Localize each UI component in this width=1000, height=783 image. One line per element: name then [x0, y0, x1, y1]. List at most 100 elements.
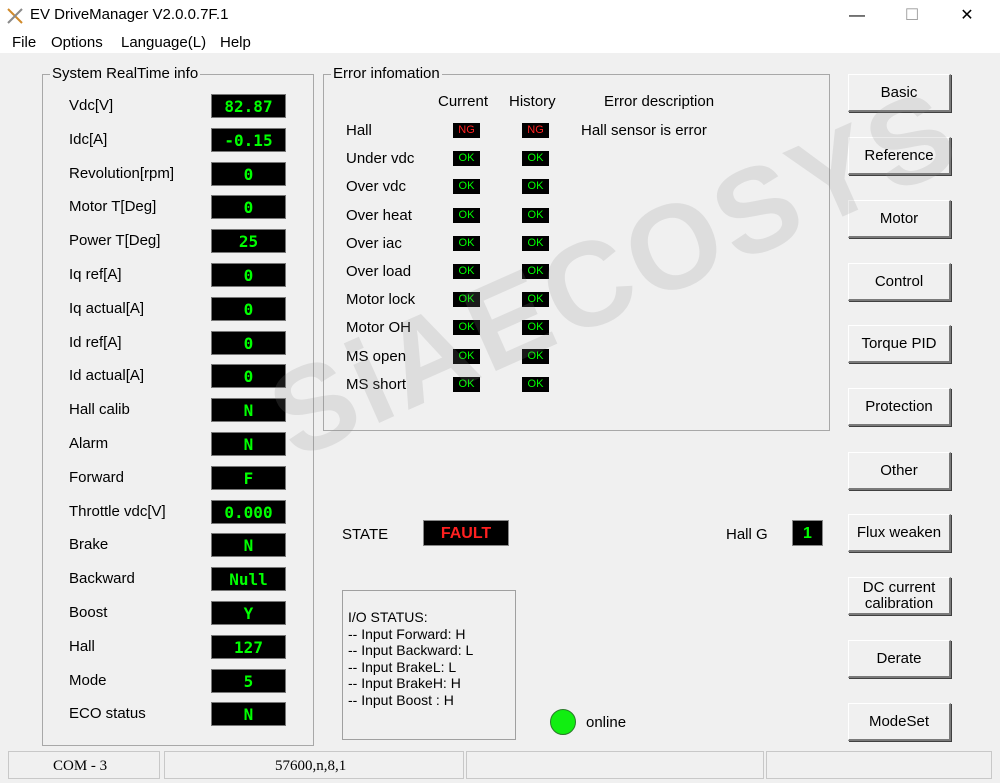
- realtime-label: Id ref[A]: [69, 334, 122, 351]
- realtime-value: Y: [211, 601, 286, 625]
- realtime-label: Throttle vdc[V]: [69, 503, 166, 520]
- realtime-value: 127: [211, 635, 286, 659]
- error-col-description: Error description: [604, 93, 715, 110]
- basic-button[interactable]: Basic: [848, 74, 951, 112]
- error-current-indicator: OK: [453, 320, 480, 335]
- menu-language[interactable]: Language(L): [121, 34, 206, 51]
- hall-g-label: Hall G: [726, 526, 768, 543]
- status-panel-empty: [466, 751, 764, 779]
- realtime-value: 25: [211, 229, 286, 253]
- state-label: STATE: [342, 526, 389, 543]
- error-col-current: Current: [438, 93, 489, 110]
- dc-current-calibration-button[interactable]: DC current calibration: [848, 577, 951, 615]
- error-history-indicator: NG: [522, 123, 549, 138]
- error-history-indicator: OK: [522, 151, 549, 166]
- realtime-label: Brake: [69, 536, 109, 553]
- realtime-label: Mode: [69, 672, 107, 689]
- error-history-indicator: OK: [522, 349, 549, 364]
- realtime-value: N: [211, 702, 286, 726]
- io-status-line: -- Input Forward: H: [348, 625, 466, 642]
- realtime-value: -0.15: [211, 128, 286, 152]
- control-button[interactable]: Control: [848, 263, 951, 301]
- error-description: Hall sensor is error: [581, 122, 707, 139]
- realtime-value: 0: [211, 331, 286, 355]
- error-current-indicator: OK: [453, 264, 480, 279]
- flux-weaken-button[interactable]: Flux weaken: [848, 514, 951, 552]
- torque-pid-button[interactable]: Torque PID: [848, 325, 951, 363]
- realtime-label: Forward: [69, 469, 125, 486]
- error-label: Motor lock: [346, 291, 416, 308]
- online-indicator-icon: [550, 709, 576, 735]
- realtime-label: ECO status: [69, 705, 146, 722]
- io-status-line: -- Input Boost : H: [348, 691, 454, 708]
- error-label: Motor OH: [346, 319, 412, 336]
- protection-button[interactable]: Protection: [848, 388, 951, 426]
- reference-button[interactable]: Reference: [848, 137, 951, 175]
- error-info-title: Error infomation: [331, 65, 442, 82]
- error-history-indicator: OK: [522, 208, 549, 223]
- realtime-value: 0.000: [211, 500, 286, 524]
- error-current-indicator: NG: [453, 123, 480, 138]
- error-history-indicator: OK: [522, 320, 549, 335]
- error-label: MS short: [346, 376, 407, 393]
- error-current-indicator: OK: [453, 377, 480, 392]
- menu-options[interactable]: Options: [51, 34, 103, 51]
- maximize-button[interactable]: ☐: [889, 0, 935, 31]
- error-current-indicator: OK: [453, 179, 480, 194]
- minimize-button[interactable]: —: [834, 0, 880, 31]
- menu-file[interactable]: File: [12, 34, 36, 51]
- menu-bar: File Options Language(L) Help: [0, 31, 1000, 53]
- realtime-value: 0: [211, 195, 286, 219]
- realtime-value: N: [211, 533, 286, 557]
- other-button[interactable]: Other: [848, 452, 951, 490]
- error-label: Over load: [346, 263, 412, 280]
- io-status-line: -- Input Backward: L: [348, 642, 474, 658]
- error-current-indicator: OK: [453, 349, 480, 364]
- modeset-button[interactable]: ModeSet: [848, 703, 951, 741]
- realtime-value: 0: [211, 263, 286, 287]
- realtime-value: N: [211, 432, 286, 456]
- error-history-indicator: OK: [522, 264, 549, 279]
- error-label: Under vdc: [346, 150, 415, 167]
- close-button[interactable]: ✕: [944, 0, 990, 31]
- realtime-label: Boost: [69, 604, 108, 621]
- realtime-value: 0: [211, 162, 286, 186]
- realtime-label: Backward: [69, 570, 135, 587]
- window-title: EV DriveManager V2.0.0.7F.1: [30, 6, 229, 23]
- realtime-value: N: [211, 398, 286, 422]
- state-value: FAULT: [423, 520, 509, 546]
- realtime-label: Id actual[A]: [69, 367, 145, 384]
- error-history-indicator: OK: [522, 179, 549, 194]
- error-history-indicator: OK: [522, 292, 549, 307]
- realtime-value: Null: [211, 567, 286, 591]
- realtime-info-title: System RealTime info: [50, 65, 201, 82]
- realtime-value: 0: [211, 364, 286, 388]
- error-current-indicator: OK: [453, 151, 480, 166]
- app-icon: [7, 8, 23, 24]
- hall-g-value: 1: [792, 520, 823, 546]
- realtime-label: Idc[A]: [69, 131, 108, 148]
- motor-button[interactable]: Motor: [848, 200, 951, 238]
- online-label: online: [586, 714, 627, 731]
- realtime-label: Iq actual[A]: [69, 300, 145, 317]
- io-status-line: -- Input BrakeL: L: [348, 658, 457, 675]
- derate-button[interactable]: Derate: [848, 640, 951, 678]
- realtime-label: Hall calib: [69, 401, 130, 418]
- realtime-label: Alarm: [69, 435, 109, 452]
- io-status-panel: I/O STATUS: -- Input Forward: H -- Input…: [342, 590, 516, 740]
- error-current-indicator: OK: [453, 208, 480, 223]
- realtime-label: Power T[Deg]: [69, 232, 161, 249]
- error-current-indicator: OK: [453, 292, 480, 307]
- error-label: Over heat: [346, 207, 412, 224]
- status-panel-empty: [766, 751, 992, 779]
- realtime-value: F: [211, 466, 286, 490]
- realtime-label: Iq ref[A]: [69, 266, 122, 283]
- error-label: Over vdc: [346, 178, 407, 195]
- error-history-indicator: OK: [522, 377, 549, 392]
- title-bar[interactable]: EV DriveManager V2.0.0.7F.1 — ☐ ✕: [0, 0, 1000, 31]
- menu-help[interactable]: Help: [220, 34, 251, 51]
- status-port: COM - 3: [8, 751, 160, 779]
- realtime-label: Hall: [69, 638, 95, 655]
- realtime-label: Revolution[rpm]: [69, 165, 175, 182]
- status-settings: 57600,n,8,1: [164, 751, 464, 779]
